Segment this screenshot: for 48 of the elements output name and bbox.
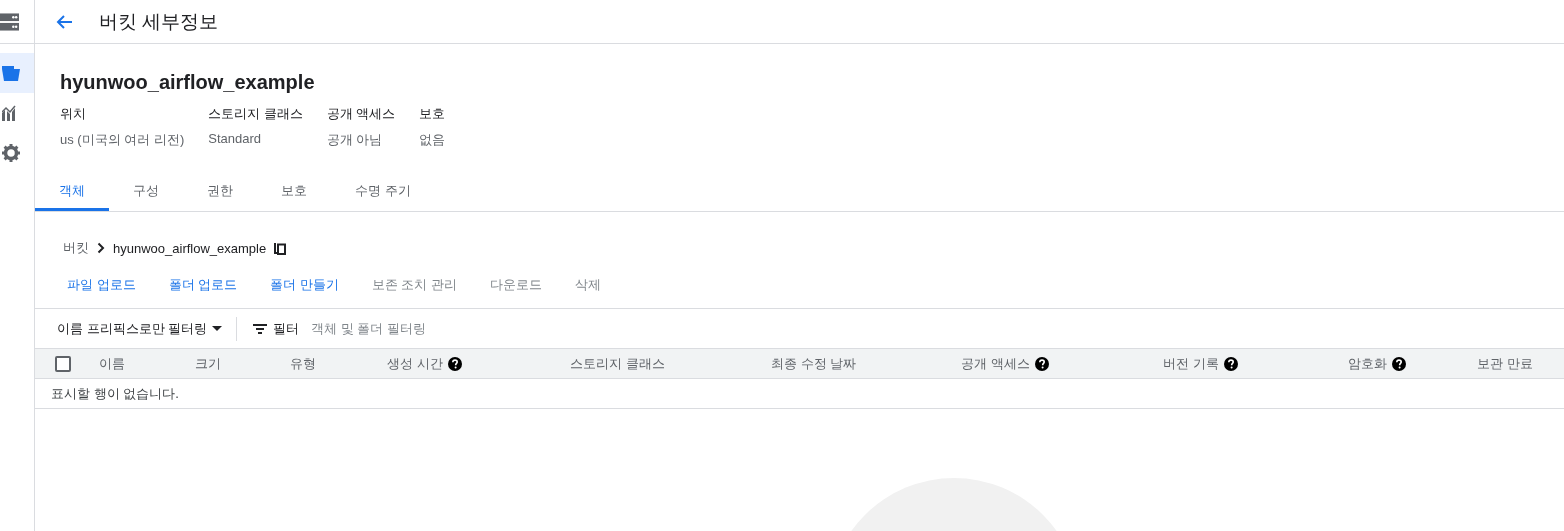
column-header[interactable]: 스토리지 클래스 (570, 354, 665, 373)
storage-icon (0, 11, 19, 32)
column-header[interactable]: 공개 액세스 (961, 354, 1049, 373)
select-all-checkbox[interactable] (55, 355, 71, 372)
empty-table-message: 표시할 행이 없습니다. (35, 379, 1564, 409)
column-header[interactable]: 유형 (290, 354, 316, 373)
help-icon (1223, 356, 1238, 371)
filter-icon (253, 323, 268, 334)
property-label: 위치 (60, 105, 87, 123)
property-value: 공개 아님 (326, 131, 384, 149)
bucket-name: hyunwoo_airflow_example (60, 71, 315, 94)
tab[interactable]: 권한 (183, 173, 257, 211)
property-value: us (미국의 여러 리전) (60, 131, 185, 149)
action-button[interactable]: 파일 업로드 (57, 270, 146, 300)
column-header[interactable]: 암호화 (1348, 354, 1406, 373)
help-icon (1392, 356, 1406, 371)
column-header[interactable]: 보관 만료 (1477, 354, 1533, 373)
action-button[interactable]: 폴더 업로드 (158, 270, 248, 300)
page-title: 버킷 세부정보 (99, 9, 219, 34)
copy-button[interactable] (274, 241, 287, 255)
filter-mode-dropdown[interactable]: 이름 프리픽스로만 필터링 (55, 315, 225, 342)
column-header[interactable]: 최종 수정 날짜 (771, 354, 857, 373)
column-header[interactable]: 크기 (195, 354, 221, 373)
property-value: Standard (208, 131, 262, 148)
sidebar-item[interactable] (0, 53, 34, 93)
breadcrumb-link[interactable]: 버킷 (63, 239, 89, 257)
chevron-right-icon (97, 242, 105, 254)
tab[interactable]: 객체 (35, 173, 109, 211)
tab[interactable]: 수명 주기 (331, 173, 435, 211)
tab[interactable]: 구성 (109, 173, 183, 211)
property-label: 보호 (419, 105, 446, 123)
column-header[interactable]: 생성 시간 (387, 354, 462, 373)
breadcrumb-current: hyunwoo_airflow_example (113, 240, 267, 256)
bucket-icon (2, 64, 20, 82)
column-header[interactable]: 이름 (99, 354, 125, 373)
filter-button[interactable]: 필터 (251, 315, 302, 342)
action-button[interactable]: 폴더 만들기 (260, 270, 349, 300)
help-icon (1034, 356, 1049, 371)
property-value: 없음 (419, 131, 446, 149)
copy-icon (274, 241, 287, 255)
help-icon (447, 356, 462, 371)
dropdown-arrow-icon (212, 326, 223, 331)
back-arrow-icon (55, 13, 73, 30)
column-header[interactable]: 버전 기록 (1163, 354, 1238, 373)
settings-icon (2, 144, 20, 162)
property-label: 공개 액세스 (326, 105, 396, 123)
tab[interactable]: 보호 (257, 173, 331, 211)
property-label: 스토리지 클래스 (208, 105, 303, 123)
